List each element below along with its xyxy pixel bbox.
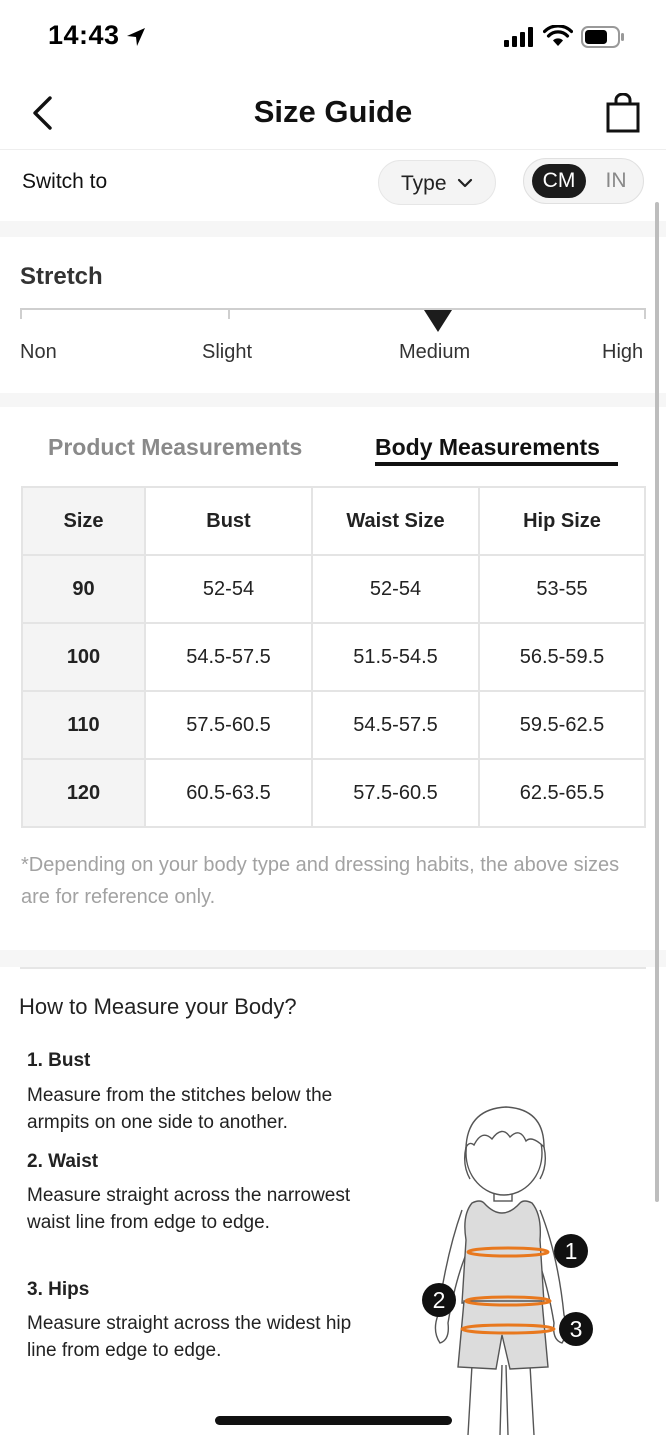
stretch-label-high: High: [602, 341, 644, 363]
stretch-marker-icon: [424, 310, 452, 332]
header-hip: Hip Size: [478, 486, 646, 556]
cell-hip: 53-55: [478, 554, 646, 624]
marker-label-2: 2: [433, 1287, 446, 1313]
cell-hip: 62.5-65.5: [478, 758, 646, 828]
step-waist-desc: Measure straight across the narrowest wa…: [27, 1185, 351, 1233]
divider: [20, 967, 646, 969]
table-header-row: Size Bust Waist Size Hip Size: [21, 486, 646, 556]
step-hips-desc: Measure straight across the widest hip l…: [27, 1313, 352, 1361]
stretch-label-medium: Medium: [399, 341, 471, 363]
step-waist-title: 2. Waist: [27, 1151, 99, 1172]
signal-icon: [504, 27, 533, 47]
cell-bust: 60.5-63.5: [144, 758, 313, 828]
scale-line: [20, 308, 646, 310]
status-bar: 14:43: [0, 0, 666, 76]
cell-size: 120: [21, 758, 146, 828]
marker-label-3: 3: [570, 1316, 583, 1342]
scale-tick: [20, 308, 22, 319]
unit-cm-button[interactable]: CM: [532, 164, 586, 198]
step-bust-title: 1. Bust: [27, 1050, 91, 1071]
stretch-label-non: Non: [20, 341, 57, 363]
table-row: 90 52-54 52-54 53-55: [21, 554, 646, 624]
cell-bust: 52-54: [144, 554, 313, 624]
step-bust-desc: Measure from the stitches below the armp…: [27, 1085, 333, 1133]
home-indicator[interactable]: [215, 1416, 452, 1425]
cell-size: 90: [21, 554, 146, 624]
marker-label-1: 1: [565, 1238, 578, 1264]
cell-bust: 54.5-57.5: [144, 622, 313, 692]
cell-hip: 56.5-59.5: [478, 622, 646, 692]
size-table: Size Bust Waist Size Hip Size 90 52-54 5…: [21, 486, 646, 828]
tab-body-measurements[interactable]: Body Measurements: [375, 434, 600, 461]
cell-waist: 57.5-60.5: [311, 758, 480, 828]
switch-label: Switch to: [22, 170, 108, 193]
active-tab-underline: [375, 462, 618, 466]
scrollbar[interactable]: [655, 202, 659, 1202]
unit-in-button[interactable]: IN: [596, 164, 636, 198]
table-row: 120 60.5-63.5 57.5-60.5 62.5-65.5: [21, 758, 646, 828]
status-time: 14:43: [48, 20, 120, 50]
chevron-down-icon: [457, 178, 473, 188]
cell-bust: 57.5-60.5: [144, 690, 313, 760]
switch-row: Switch to Type CM IN: [0, 151, 666, 221]
header-waist: Waist Size: [311, 486, 480, 556]
cell-waist: 51.5-54.5: [311, 622, 480, 692]
step-hips-title: 3. Hips: [27, 1279, 90, 1300]
scale-tick: [644, 308, 646, 319]
cell-waist: 52-54: [311, 554, 480, 624]
section-gap: [0, 393, 666, 407]
unit-toggle: CM IN: [523, 158, 644, 204]
body-figure-illustration: 1 2 3: [422, 1106, 593, 1436]
reference-note: *Depending on your body type and dressin…: [21, 854, 620, 908]
location-arrow-icon: [127, 28, 145, 46]
battery-icon: [581, 26, 624, 48]
cell-size: 100: [21, 622, 146, 692]
header-size: Size: [21, 486, 146, 556]
page-title: Size Guide: [253, 94, 413, 129]
nav-header: Size Guide: [0, 76, 666, 150]
table-row: 110 57.5-60.5 54.5-57.5 59.5-62.5: [21, 690, 646, 760]
cell-hip: 59.5-62.5: [478, 690, 646, 760]
type-dropdown[interactable]: Type: [378, 160, 496, 205]
stretch-label-slight: Slight: [202, 341, 253, 363]
header-bust: Bust: [144, 486, 313, 556]
stretch-scale: [20, 308, 646, 332]
scale-tick: [228, 308, 230, 319]
how-to-title: How to Measure your Body?: [19, 994, 297, 1019]
table-row: 100 54.5-57.5 51.5-54.5 56.5-59.5: [21, 622, 646, 692]
shopping-bag-icon[interactable]: [605, 93, 641, 133]
wifi-icon: [543, 25, 573, 46]
type-label: Type: [401, 172, 447, 195]
cell-size: 110: [21, 690, 146, 760]
stretch-title: Stretch: [20, 263, 103, 290]
section-gap: [0, 221, 666, 237]
section-gap: [0, 950, 666, 967]
tab-product-measurements[interactable]: Product Measurements: [48, 434, 302, 461]
cell-waist: 54.5-57.5: [311, 690, 480, 760]
